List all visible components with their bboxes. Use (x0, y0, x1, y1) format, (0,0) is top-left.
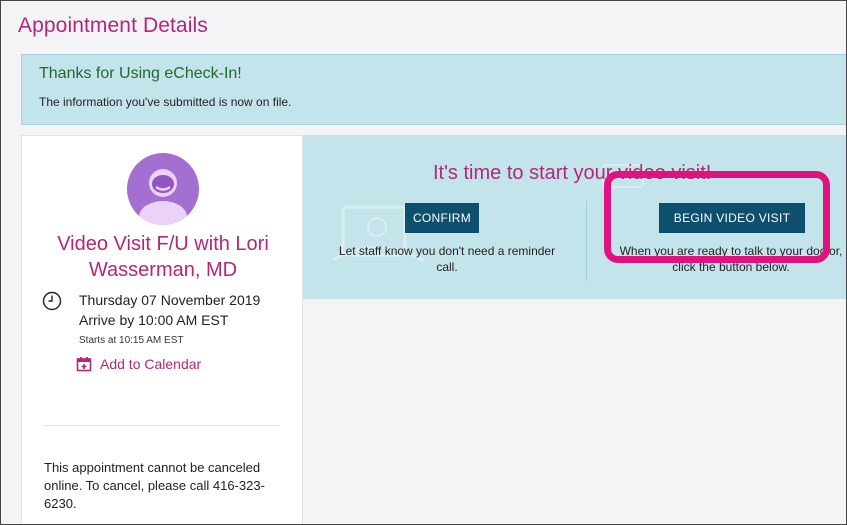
card-divider (44, 425, 280, 426)
start-time: Starts at 10:15 AM EST (79, 335, 184, 346)
clock-icon (42, 291, 62, 311)
confirm-caption: Let staff know you don't need a reminder… (338, 244, 556, 274)
appointment-details-page: Appointment Details Thanks for Using eCh… (0, 0, 847, 525)
video-visit-heading: It's time to start your video visit! (433, 162, 712, 184)
appointment-card: Video Visit F/U with Lori Wasserman, MD … (21, 135, 303, 524)
begin-video-visit-button[interactable]: BEGIN VIDEO VISIT (659, 203, 805, 233)
avatar-graphic (139, 169, 187, 225)
echeckin-banner: Thanks for Using eCheck-In! The informat… (21, 54, 846, 125)
add-to-calendar-label: Add to Calendar (100, 356, 202, 372)
arrive-time: Arrive by 10:00 AM EST (79, 312, 229, 328)
add-to-calendar-link[interactable]: Add to Calendar (76, 356, 201, 372)
banner-text: The information you've submitted is now … (39, 95, 292, 109)
calendar-icon (76, 357, 92, 372)
panel-divider (586, 201, 587, 281)
user-avatar-icon (127, 153, 199, 225)
cancel-note: This appointment cannot be canceled onli… (44, 460, 265, 511)
appointment-title: Video Visit F/U with Lori Wasserman, MD (57, 233, 269, 281)
page-title: Appointment Details (18, 14, 208, 37)
begin-caption: When you are ready to talk to your docto… (619, 244, 843, 274)
appointment-date: Thursday 07 November 2019 (79, 292, 261, 308)
confirm-button[interactable]: CONFIRM (405, 203, 479, 233)
video-visit-panel: It's time to start your video visit! CON… (303, 135, 846, 299)
banner-title: Thanks for Using eCheck-In! (39, 65, 242, 82)
